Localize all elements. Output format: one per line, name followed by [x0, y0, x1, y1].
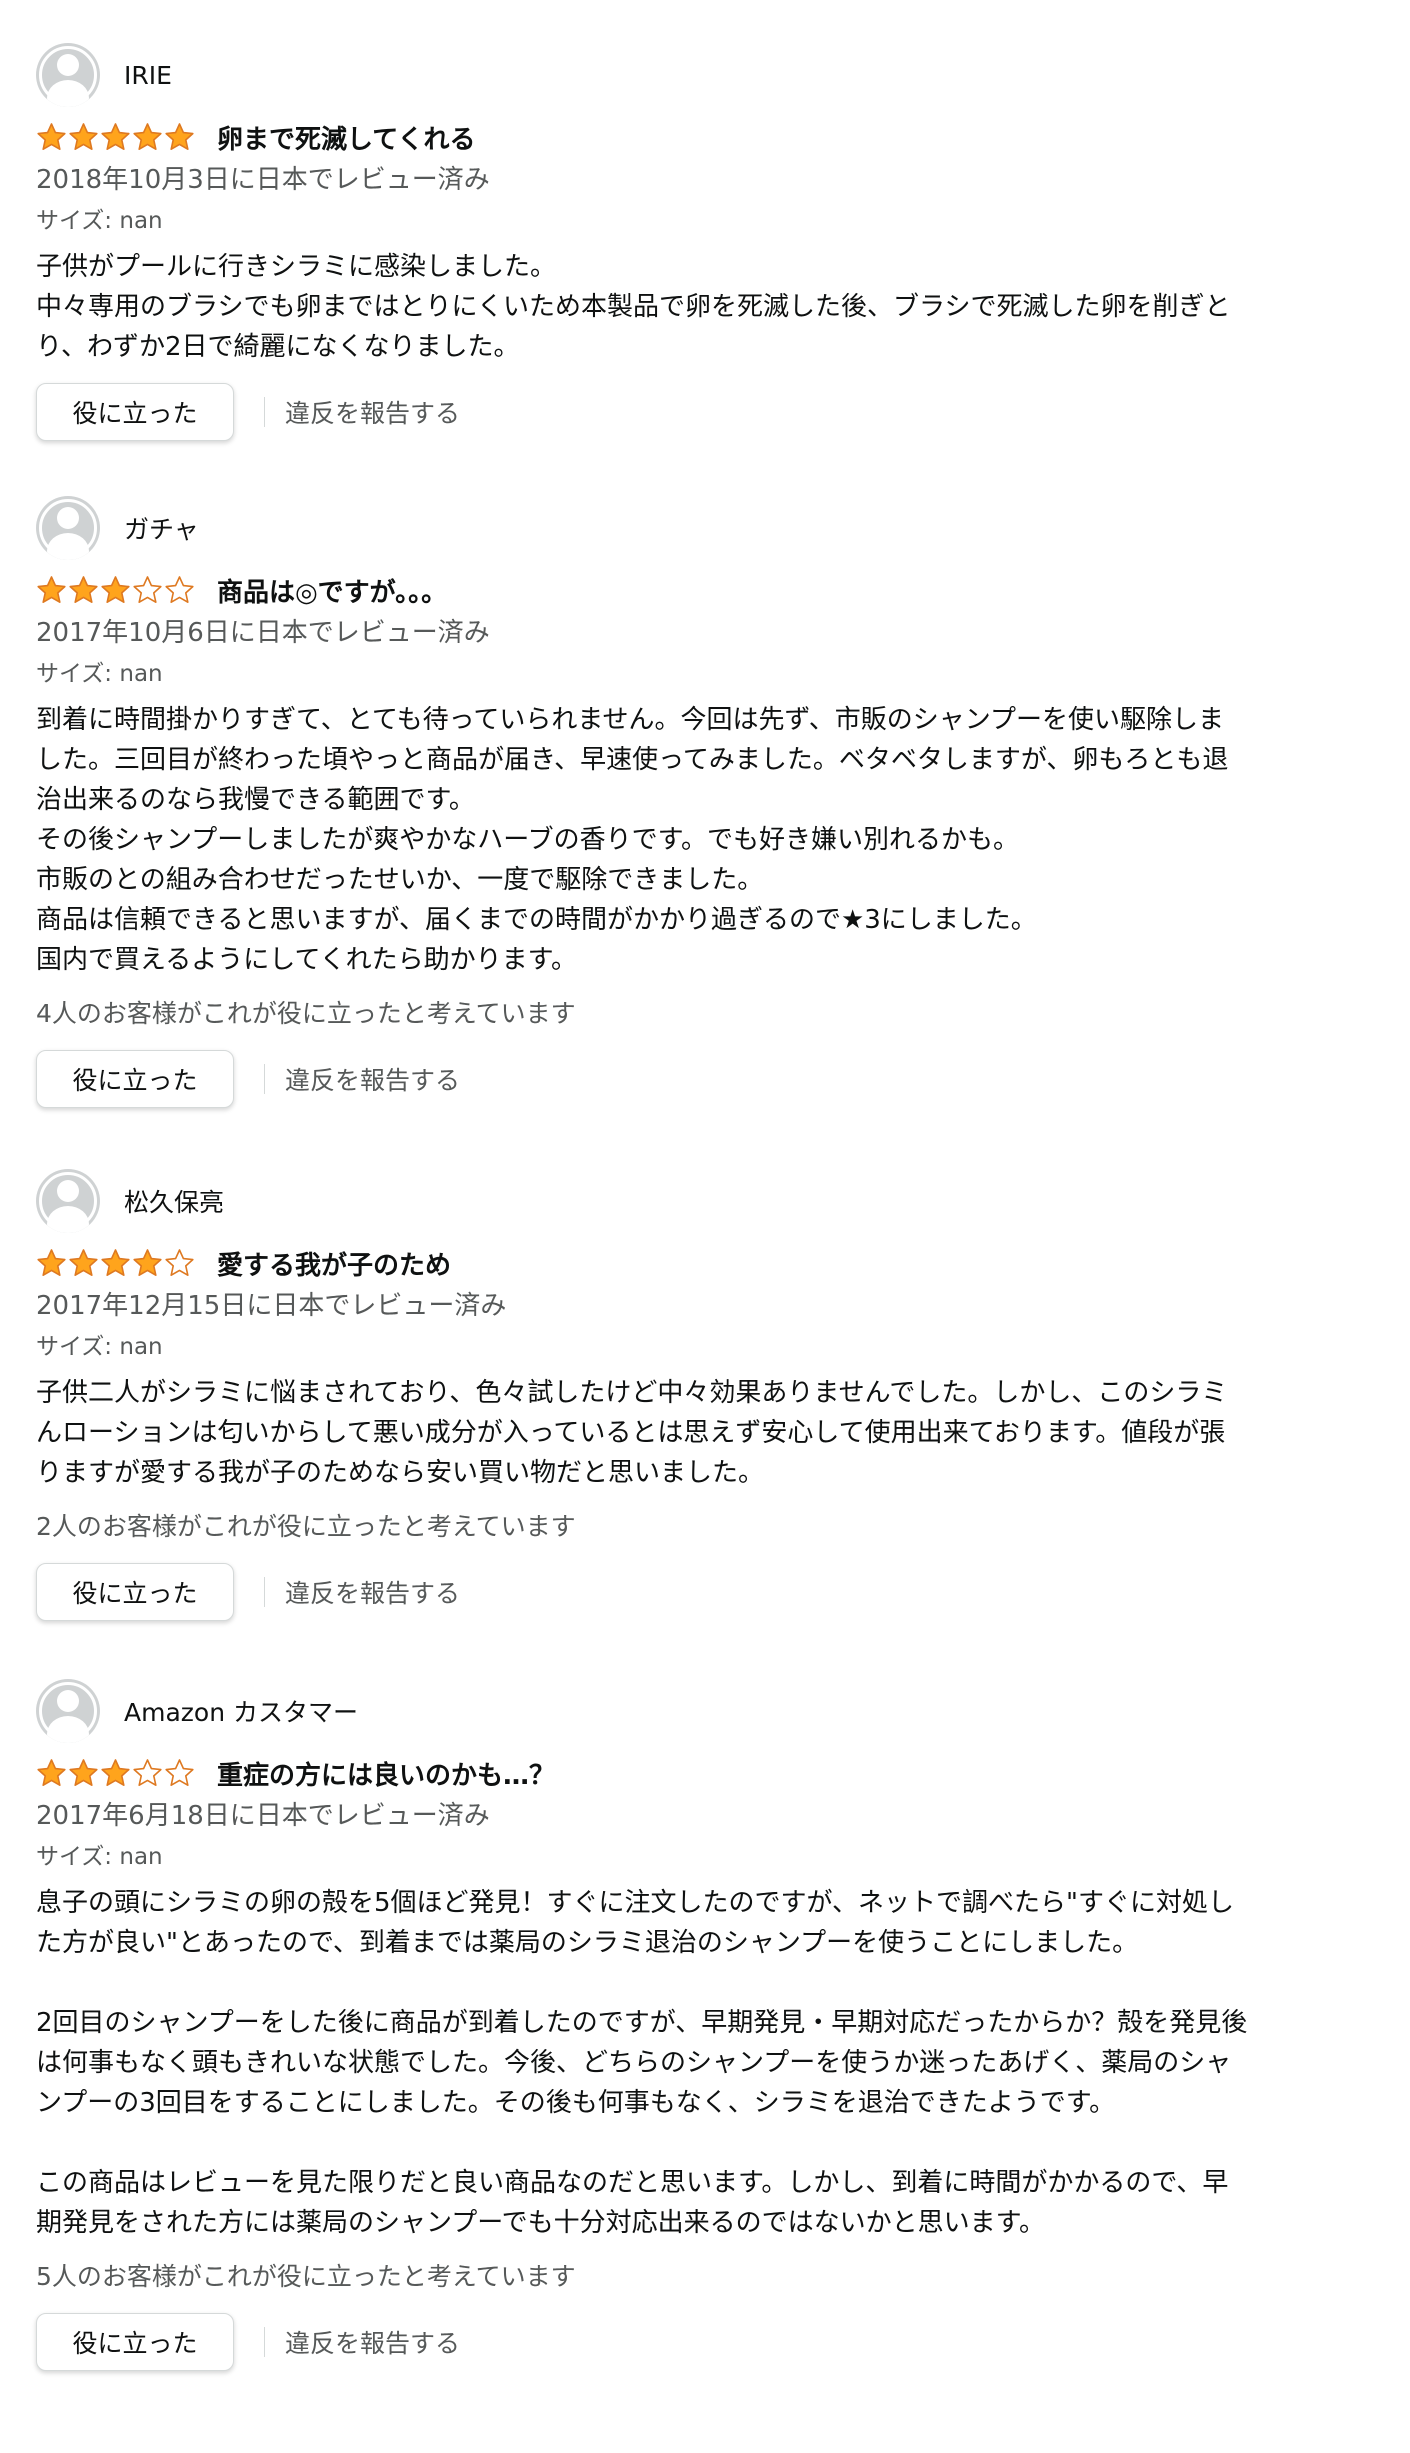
- avatar-icon: [36, 496, 100, 560]
- star-filled-icon: [165, 122, 194, 150]
- avatar-icon: [36, 43, 100, 107]
- review-body: 息子の頭にシラミの卵の殻を5個ほど発見！すぐに注文したのですが、ネットで調べたら…: [36, 1888, 1248, 2238]
- review-actions: 役に立った 違反を報告する: [36, 2313, 1376, 2371]
- star-filled-icon: [69, 1758, 98, 1786]
- review-body: 子供がプールに行きシラミに感染しました。 中々専用のブラシでも卵まではとりにくい…: [36, 252, 1231, 362]
- star-filled-icon: [101, 1758, 130, 1786]
- reviews-page: IRIE 卵まで死滅してくれる 2018年10月3日に日本でレビュー済み サイズ…: [0, 0, 1410, 2453]
- divider: [264, 397, 265, 427]
- star-filled-icon: [69, 122, 98, 150]
- review-card: IRIE 卵まで死滅してくれる 2018年10月3日に日本でレビュー済み サイズ…: [36, 42, 1376, 441]
- star-filled-icon: [133, 122, 162, 150]
- review-body: 到着に時間掛かりすぎて、とても待っていられません。今回は先ず、市販のシャンプーを…: [36, 705, 1229, 975]
- review-date: 2017年12月15日に日本でレビュー済み: [36, 1291, 507, 1321]
- star-filled-icon: [101, 575, 130, 603]
- reviewer-name: Amazon カスタマー: [124, 1698, 358, 1727]
- star-empty-icon: [133, 575, 162, 603]
- review-size: サイズ: nan: [36, 1844, 163, 1870]
- star-empty-icon: [165, 1758, 194, 1786]
- star-filled-icon: [133, 1248, 162, 1276]
- reviewer-name: IRIE: [124, 60, 172, 90]
- star-filled-icon: [37, 1248, 66, 1276]
- reviewer-name: 松久保亮: [124, 1188, 225, 1217]
- reviewer-profile[interactable]: 松久保亮: [36, 1168, 1376, 1234]
- reviewer-name: ガチャ: [124, 515, 199, 544]
- review-card: 松久保亮 愛する我が子のため 2017年12月15日に日本でレビュー済み サイズ…: [36, 1168, 1376, 1621]
- star-rating[interactable]: [36, 1758, 195, 1789]
- review-actions: 役に立った 違反を報告する: [36, 383, 1376, 441]
- divider: [264, 1064, 265, 1094]
- star-empty-icon: [165, 1248, 194, 1276]
- avatar-icon: [36, 1679, 100, 1743]
- star-filled-icon: [37, 122, 66, 150]
- review-size: サイズ: nan: [36, 1334, 163, 1360]
- star-filled-icon: [37, 1758, 66, 1786]
- review-actions: 役に立った 違反を報告する: [36, 1563, 1376, 1621]
- star-filled-icon: [69, 575, 98, 603]
- divider: [264, 1577, 265, 1607]
- review-body: 子供二人がシラミに悩まされており、色々試したけど中々効果ありませんでした。しかし…: [36, 1378, 1228, 1488]
- star-empty-icon: [165, 575, 194, 603]
- star-empty-icon: [133, 1758, 162, 1786]
- helpful-button[interactable]: 役に立った: [36, 1050, 234, 1108]
- report-abuse-link[interactable]: 違反を報告する: [285, 394, 460, 430]
- review-card: ガチャ 商品は◎ですが。。。 2017年10月6日に日本でレビュー済み サイズ:…: [36, 495, 1376, 1108]
- review-date: 2017年10月6日に日本でレビュー済み: [36, 618, 490, 648]
- review-date: 2017年6月18日に日本でレビュー済み: [36, 1801, 490, 1831]
- helpful-count: 2人のお客様がこれが役に立ったと考えています: [36, 1512, 576, 1541]
- helpful-button[interactable]: 役に立った: [36, 2313, 234, 2371]
- star-filled-icon: [101, 1248, 130, 1276]
- review-title[interactable]: 卵まで死滅してくれる: [217, 119, 475, 156]
- review-title[interactable]: 愛する我が子のため: [217, 1245, 451, 1282]
- review-card: Amazon カスタマー 重症の方には良いのかも…？ 2017年6月18日に日本…: [36, 1678, 1376, 2371]
- report-abuse-link[interactable]: 違反を報告する: [285, 2324, 460, 2360]
- review-size: サイズ: nan: [36, 661, 163, 687]
- star-rating[interactable]: [36, 1248, 195, 1279]
- review-actions: 役に立った 違反を報告する: [36, 1050, 1376, 1108]
- helpful-button[interactable]: 役に立った: [36, 1563, 234, 1621]
- report-abuse-link[interactable]: 違反を報告する: [285, 1574, 460, 1610]
- review-size: サイズ: nan: [36, 208, 163, 234]
- review-title[interactable]: 商品は◎ですが。。。: [217, 572, 447, 609]
- helpful-button[interactable]: 役に立った: [36, 383, 234, 441]
- helpful-count: 4人のお客様がこれが役に立ったと考えています: [36, 999, 576, 1028]
- reviewer-profile[interactable]: ガチャ: [36, 495, 1376, 561]
- avatar-icon: [36, 1169, 100, 1233]
- star-filled-icon: [101, 122, 130, 150]
- report-abuse-link[interactable]: 違反を報告する: [285, 1061, 460, 1097]
- reviewer-profile[interactable]: Amazon カスタマー: [36, 1678, 1376, 1744]
- star-filled-icon: [69, 1248, 98, 1276]
- star-rating[interactable]: [36, 575, 195, 606]
- helpful-count: 5人のお客様がこれが役に立ったと考えています: [36, 2262, 576, 2291]
- review-date: 2018年10月3日に日本でレビュー済み: [36, 165, 490, 195]
- star-filled-icon: [37, 575, 66, 603]
- reviewer-profile[interactable]: IRIE: [36, 42, 1376, 108]
- divider: [264, 2327, 265, 2357]
- review-title[interactable]: 重症の方には良いのかも…？: [217, 1755, 555, 1792]
- star-rating[interactable]: [36, 122, 195, 153]
